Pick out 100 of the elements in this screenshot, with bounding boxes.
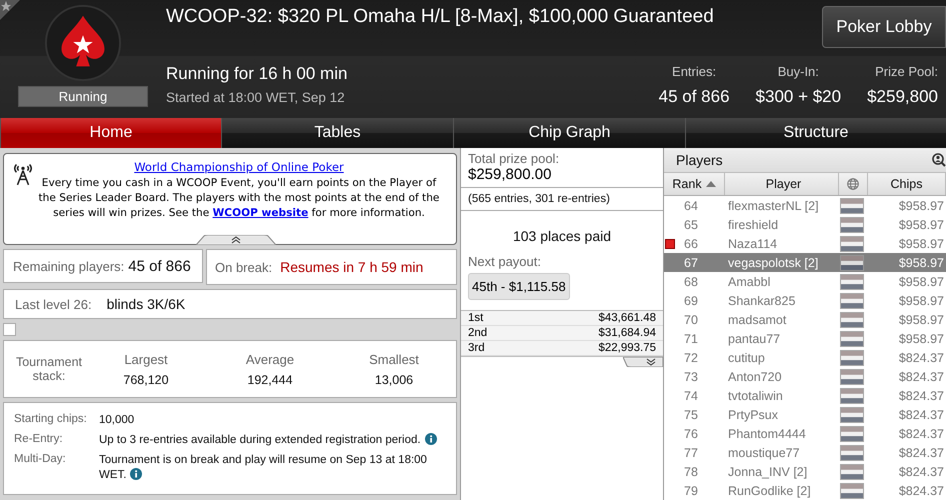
player-name: RunGodlike [2] [728,484,811,498]
website-link[interactable]: WCOOP website [212,207,308,219]
chips-cell: $958.97 [898,218,944,232]
chips-cell: $958.97 [898,256,944,270]
player-row[interactable]: 69 Shankar825 $958.97 [664,291,946,310]
chips-cell: $958.97 [898,274,944,288]
collapse-icon[interactable] [196,235,276,245]
player-row[interactable]: 74 tvtotaliwin $824.37 [664,386,946,405]
flag-icon [840,292,864,308]
flag-icon [840,368,864,384]
start-time: Started at 18:00 WET, Sep 12 [166,90,346,105]
flag-icon [840,198,864,214]
broadcast-icon [14,164,32,186]
chips-cell: $958.97 [898,312,944,326]
player-name: vegaspolotsk [2] [728,256,818,270]
running-time: Running for 16 h 00 min [166,64,348,84]
player-name: madsamot [728,312,786,326]
stack-label: Tournament stack: [14,355,83,383]
detail-value: Up to 3 re-entries available during extended registration period. [99,433,437,448]
next-payout-label: Next payout: [467,254,542,269]
flag-icon [840,406,864,422]
news-text: Every time you cash in a WCOOP Event, you'll earn points on the Player of the Series Leader Board. The players with the most points at the end of the series will win prizes. See the WCOOP website for more information. [38,176,440,221]
stack-value: 768,120 [123,372,169,386]
tab[interactable]: Chip Graph [453,118,685,148]
chips-cell: $824.37 [898,464,944,478]
prize-pool-label: Total prize pool: [468,151,560,166]
tab[interactable]: Tables [221,118,453,148]
player-name: Naza114 [728,236,778,250]
players-title: Players [676,152,723,168]
chips-cell: $824.37 [898,350,944,364]
poker-lobby-button[interactable]: Poker Lobby [822,6,946,48]
rank-cell: 65 [684,218,698,232]
info-icon[interactable] [130,468,142,480]
expand-icon[interactable] [623,357,663,367]
stat-value: $300 + $20 [756,87,842,107]
break-label: On break: [215,260,272,274]
player-name: Shankar825 [728,294,796,308]
chips-cell: $824.37 [898,446,944,460]
flag-icon [840,444,864,460]
player-row[interactable]: 64 flexmasterNL [2] $958.97 [664,196,946,215]
rank-column-header[interactable]: Rank [664,173,725,195]
stat-label: Prize Pool: [875,64,938,79]
globe-icon[interactable] [847,178,859,190]
payout-amount: $31,684.94 [598,327,656,339]
chips-column-header[interactable]: Chips [868,173,946,195]
chips-cell: $824.37 [898,388,944,402]
player-name: Amabbl [728,274,770,288]
rank-cell: 70 [684,312,698,326]
flag-icon [840,482,864,498]
player-row[interactable]: 71 pantau77 $958.97 [664,329,946,348]
stat-value: 45 of 866 [658,87,730,107]
player-search-icon[interactable] [932,153,946,167]
player-row[interactable]: 70 madsamot $958.97 [664,310,946,329]
star-icon[interactable] [0,0,20,20]
flag-icon [840,312,864,328]
rank-cell: 68 [684,274,698,288]
news-title-link[interactable]: World Championship of Online Poker [134,160,344,175]
player-row[interactable]: 73 Anton720 $824.37 [664,367,946,386]
tab[interactable]: Home [0,118,221,148]
stat-value: $259,800 [867,87,938,107]
player-row[interactable]: 72 cutitup $824.37 [664,348,946,367]
player-row[interactable]: 68 Amabbl $958.97 [664,272,946,291]
flag-icon [840,388,864,404]
payout-place: 1st [468,312,484,324]
rank-cell: 72 [684,350,698,364]
chips-cell: $958.97 [898,294,944,308]
player-name: Jonna_INV [2] [728,464,808,478]
level-label: Last level 26: [15,296,92,312]
player-name: moustique77 [728,446,800,460]
rank-cell: 75 [684,408,698,422]
player-row[interactable]: 79 RunGodlike [2] $824.37 [664,481,946,500]
player-row[interactable]: 77 moustique77 $824.37 [664,443,946,462]
chips-cell: $824.37 [898,484,944,498]
player-row[interactable]: 67 vegaspolotsk [2] $958.97 [664,253,946,272]
chips-cell: $958.97 [898,236,944,250]
player-row[interactable]: 65 fireshield $958.97 [664,215,946,234]
rank-cell: 77 [684,446,698,460]
remaining-value: 45 of 866 [128,258,191,274]
player-column-header[interactable]: Player [725,173,839,195]
flag-icon [840,254,864,270]
rank-cell: 69 [684,294,698,308]
rank-cell: 78 [684,464,698,478]
player-name: Phantom4444 [728,426,806,440]
tab[interactable]: Structure [685,118,946,148]
tournament-title: WCOOP-32: $320 PL Omaha H/L [8-Max], $100,000 Guaranteed [166,5,714,28]
player-row[interactable]: 76 Phantom4444 $824.37 [664,424,946,443]
flag-icon [840,236,864,252]
player-row[interactable]: 75 PrtyPsux $824.37 [664,405,946,424]
rank-cell: 66 [684,236,698,250]
info-icon[interactable] [424,433,437,445]
chips-cell: $824.37 [898,426,944,440]
player-name: pantau77 [728,332,780,346]
player-row[interactable]: 66 Naza114 $958.97 [664,234,946,253]
flag-icon [840,426,864,442]
player-row[interactable]: 78 Jonna_INV [2] $824.37 [664,462,946,481]
detail-label: Multi-Day: [14,453,67,467]
rank-cell: 64 [684,198,698,212]
payout-amount: $43,661.48 [598,312,656,324]
player-name: cutitup [728,350,765,364]
checkbox[interactable] [3,323,16,336]
